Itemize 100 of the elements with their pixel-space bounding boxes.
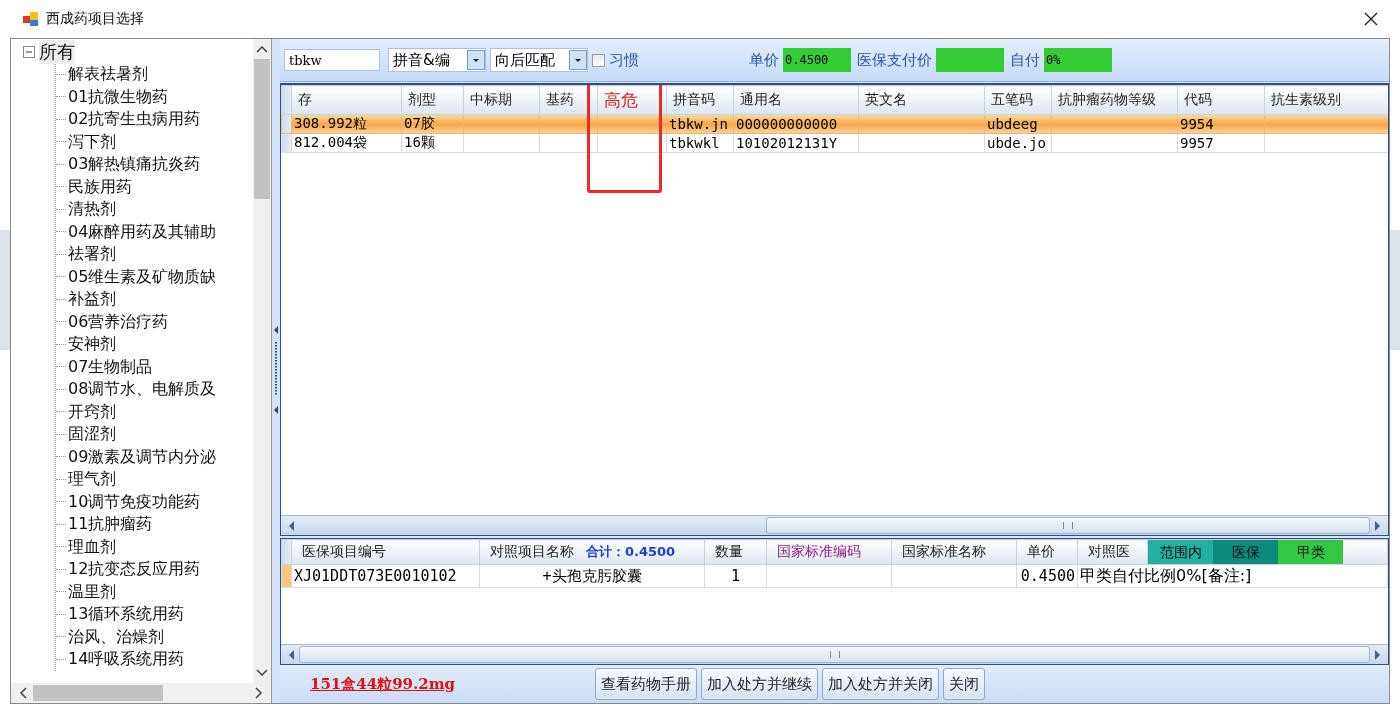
tree-item[interactable]: 07生物制品 [68,356,153,377]
action-button[interactable]: 加入处方并关闭 [822,668,940,700]
field-label: 自付 [1010,50,1040,70]
tag: 甲类 [1278,540,1343,564]
tree-item[interactable]: 民族用药 [68,176,132,197]
tree-item[interactable]: 12抗变态反应用药 [68,559,201,580]
column-header[interactable]: 存 [291,85,402,115]
column-header[interactable]: 英文名 [858,85,985,115]
tag: 范围内 [1148,540,1213,564]
checkbox[interactable] [592,53,605,67]
scrollbar-thumb[interactable] [254,59,270,199]
tree-item[interactable]: 温里剂 [68,581,116,602]
column-header[interactable]: 数量 [704,539,767,565]
column-header[interactable]: 国家标准编码 [766,539,892,565]
table-cell: 16颗 [401,133,464,153]
column-header[interactable]: 中标期 [463,85,540,115]
table-cell: 甲类自付比例0%[备注:] [1080,565,1252,585]
column-header[interactable]: 代码 [1177,85,1265,115]
scrollbar-thumb[interactable] [33,685,163,701]
column-header[interactable]: 剂型 [401,85,464,115]
scrollbar-thumb[interactable] [299,646,1370,663]
self-pay-field: 0% [1044,48,1112,72]
tree-item[interactable]: 理气剂 [68,469,116,490]
match-mode-dropdown[interactable]: 向后匹配 [490,48,588,72]
column-header[interactable]: 国家标准名称 [891,539,1017,565]
tree-item[interactable]: 08调节水、电解质及 [68,379,217,400]
arrow-right-icon[interactable] [1374,648,1382,661]
tag: 医保 [1213,540,1278,564]
column-header[interactable]: 医保项目编号 [291,539,480,565]
arrow-up-icon[interactable] [256,45,268,53]
price-field: 0.4500 [783,48,851,72]
scrollbar[interactable] [281,644,1388,664]
tree-item[interactable]: 11抗肿瘤药 [68,514,153,535]
tree-item[interactable]: 治风、治燥剂 [68,626,164,647]
scrollbar-thumb[interactable] [765,517,1371,534]
tree-item[interactable]: 13循环系统用药 [68,604,185,625]
column-header[interactable]: 对照项目名称 合计：0.4500 [479,539,705,565]
tree-item[interactable]: 祛署剂 [68,244,116,265]
insurance-price-field [936,48,1004,72]
column-header[interactable]: 拼音码 [666,85,734,115]
table-row[interactable]: 308.992粒 07胶 tbkw.jn 000000000000 ubdeeg 9954 [281,114,1388,134]
tree-item[interactable]: 安神剂 [68,334,116,355]
tree-item[interactable]: 固涩剂 [68,424,116,445]
close-icon[interactable] [1364,12,1378,26]
tree-item[interactable]: 理血剂 [68,536,116,557]
tree-item[interactable]: 04麻醉用药及其辅助 [68,221,217,242]
dropdown-icon[interactable] [569,50,587,70]
table-cell: ubde.jo [984,133,1052,153]
column-header[interactable]: 抗肿瘤药物等级 [1051,85,1178,115]
column-header[interactable]: 抗生素级别 [1264,85,1388,115]
arrow-left-icon[interactable] [19,687,27,699]
scrollbar[interactable] [281,515,1388,535]
tree-item[interactable]: 补益剂 [68,289,116,310]
field-label: 单价 [749,50,779,70]
column-header[interactable]: 五笔码 [984,85,1052,115]
scrollbar[interactable] [11,683,271,703]
table-cell: tbkwkl [666,133,734,153]
arrow-left-icon[interactable] [287,519,295,532]
tree-item[interactable]: 14呼吸系统用药 [68,649,185,670]
scrollbar[interactable] [253,39,271,683]
tree-item[interactable]: 06营养治疗药 [68,311,169,332]
code-type-dropdown[interactable]: 拼音&编 [388,48,486,72]
table-cell: XJ01DDT073E0010102 [294,567,457,585]
column-header-text: 对照项目名称 [490,543,574,561]
window-title: 西成药项目选择 [46,10,144,28]
table-cell: 9957 [1177,133,1265,153]
tree-item[interactable]: 09激素及调节内分泌 [68,446,217,467]
tree-item[interactable]: 解表祛暑剂 [68,64,148,85]
tree-item[interactable]: 开窍剂 [68,401,116,422]
field-label: 医保支付价 [857,50,932,70]
dropdown-icon[interactable] [467,50,485,70]
tree-item[interactable]: 03解热镇痛抗炎药 [68,154,201,175]
table-row[interactable]: 812.004袋 16颗 tbkwkl 10102012131Y ubde.jo 9957 [281,133,1388,153]
app-icon [22,10,40,28]
collapse-icon[interactable] [23,46,35,58]
column-header[interactable]: 单价 [1016,539,1078,565]
action-button[interactable]: 查看药物手册 [595,668,698,700]
table-cell: 1 [731,567,740,585]
action-button[interactable]: 关闭 [943,668,986,700]
tree-item[interactable]: 清热剂 [68,199,116,220]
tree-root[interactable]: 所有 [39,40,75,64]
search-field[interactable]: tbkw [284,49,380,71]
stock-link[interactable]: 151盒44粒99.2mg [310,674,456,694]
arrow-down-icon[interactable] [256,669,268,677]
table-cell: 812.004袋 [291,133,402,153]
splitter-handle[interactable] [272,39,280,703]
tree-item[interactable]: 01抗微生物药 [68,86,169,107]
arrow-right-icon[interactable] [1374,519,1382,532]
checkbox-label: 习惯 [609,50,639,70]
action-button[interactable]: 加入处方并继续 [701,668,819,700]
arrow-left-icon[interactable] [287,648,295,661]
tree-item[interactable]: 05维生素及矿物质缺 [68,266,217,287]
column-header[interactable]: 通用名 [733,85,859,115]
column-header[interactable]: 高危 [597,85,667,115]
table-cell: +头孢克肟胶囊 [542,566,642,585]
column-header[interactable]: 对照医 [1077,539,1148,565]
tree-item[interactable]: 泻下剂 [68,131,116,152]
tree-item[interactable]: 02抗寄生虫病用药 [68,109,201,130]
tree-item[interactable]: 10调节免疫功能药 [68,491,201,512]
arrow-right-icon[interactable] [255,687,263,699]
